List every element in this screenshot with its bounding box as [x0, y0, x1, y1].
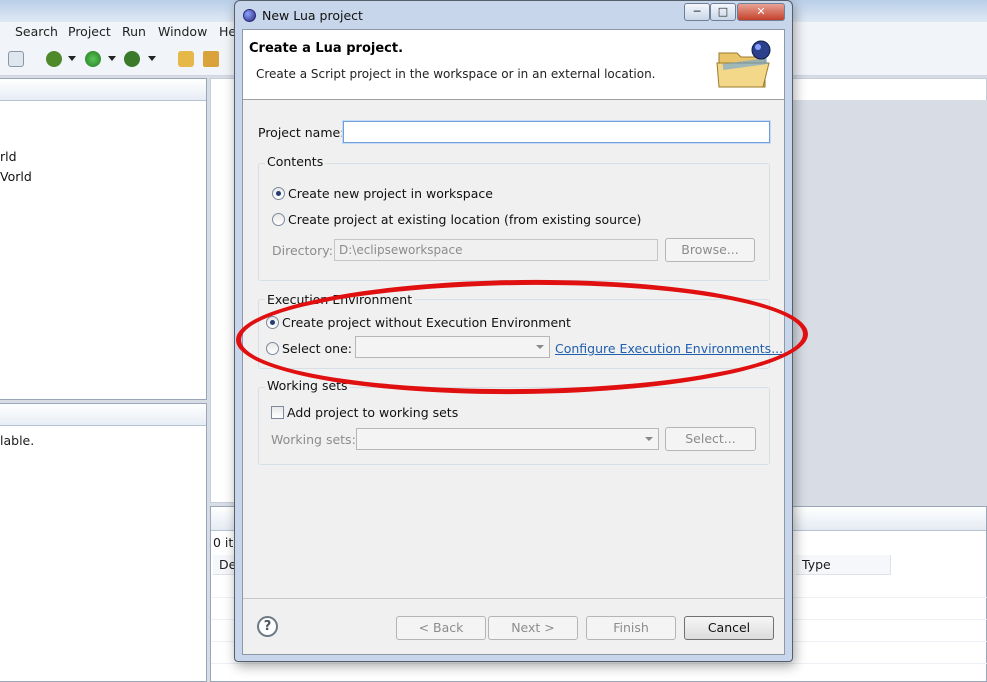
working-sets-label: Working sets:	[271, 432, 356, 447]
menu-window[interactable]: Window	[158, 24, 207, 39]
explorer-tabstrip	[0, 79, 206, 101]
menu-run[interactable]: Run	[122, 24, 146, 39]
run-icon[interactable]	[85, 51, 101, 67]
footer-separator	[243, 598, 784, 599]
minimize-button[interactable]: ─	[684, 3, 710, 21]
outline-status: lable.	[0, 433, 35, 448]
close-button[interactable]: ✕	[737, 3, 785, 21]
dialog-titlebar[interactable]: New Lua project ─ □ ✕	[235, 1, 792, 29]
menu-project[interactable]: Project	[68, 24, 111, 39]
chevron-down-icon	[536, 345, 544, 349]
dialog-title: New Lua project	[262, 8, 363, 23]
radio-select-ee[interactable]	[266, 342, 279, 355]
directory-input: D:\eclipseworkspace	[334, 239, 658, 261]
folder-wizard-icon	[716, 40, 771, 88]
open-folder-icon[interactable]	[178, 51, 194, 67]
project-explorer-pane: rld Vorld	[0, 78, 207, 400]
directory-label: Directory:	[272, 243, 333, 258]
back-button: < Back	[396, 616, 486, 640]
working-sets-title: Working sets	[265, 378, 350, 393]
add-working-sets-checkbox[interactable]	[271, 406, 284, 419]
select-working-sets-button: Select...	[665, 427, 756, 451]
chevron-down-icon[interactable]	[108, 56, 116, 61]
maximize-button[interactable]: □	[710, 3, 736, 21]
dialog-client-area: Create a Lua project. Create a Script pr…	[242, 29, 785, 655]
working-sets-dropdown	[356, 428, 659, 450]
grid-line	[211, 663, 987, 664]
wizard-banner: Create a Lua project. Create a Script pr…	[243, 30, 784, 100]
banner-title: Create a Lua project.	[249, 41, 404, 56]
execution-environment-title: Execution Environment	[265, 292, 415, 307]
add-working-sets-label[interactable]: Add project to working sets	[287, 405, 458, 420]
menu-search[interactable]: Search	[15, 24, 58, 39]
radio-new-project-label[interactable]: Create new project in workspace	[288, 186, 493, 201]
radio-new-project[interactable]	[272, 187, 285, 200]
external-tools-icon[interactable]	[124, 51, 140, 67]
tree-item[interactable]: rld	[0, 149, 17, 164]
binary-icon[interactable]	[8, 51, 24, 67]
editor-area-gap	[790, 100, 987, 503]
radio-select-ee-label[interactable]: Select one:	[282, 341, 352, 356]
radio-without-ee-label[interactable]: Create project without Execution Environ…	[282, 315, 571, 330]
eclipse-logo-icon	[243, 9, 256, 22]
configure-ee-link[interactable]: Configure Execution Environments...	[555, 341, 783, 356]
radio-existing-location[interactable]	[272, 213, 285, 226]
chevron-down-icon	[645, 437, 653, 441]
contents-group-title: Contents	[265, 154, 326, 169]
radio-existing-location-label[interactable]: Create project at existing location (fro…	[288, 212, 641, 227]
browse-button: Browse...	[665, 238, 755, 262]
search-tool-icon[interactable]	[203, 51, 219, 67]
column-header-type[interactable]: Type	[796, 555, 891, 575]
finish-button: Finish	[586, 616, 676, 640]
banner-description: Create a Script project in the workspace…	[256, 67, 656, 81]
outline-pane: lable.	[0, 403, 207, 682]
chevron-down-icon[interactable]	[148, 56, 156, 61]
chevron-down-icon[interactable]	[68, 56, 76, 61]
next-button: Next >	[488, 616, 578, 640]
help-icon[interactable]: ?	[257, 616, 278, 637]
radio-without-ee[interactable]	[266, 316, 279, 329]
tree-item[interactable]: Vorld	[0, 169, 32, 184]
new-lua-project-dialog: New Lua project ─ □ ✕ Create a Lua proje…	[234, 0, 793, 662]
cancel-button[interactable]: Cancel	[684, 616, 774, 640]
project-name-input[interactable]	[343, 121, 770, 143]
working-sets-group	[258, 387, 770, 465]
ee-select-dropdown	[355, 336, 550, 358]
execution-environment-group	[258, 299, 770, 369]
outline-tabstrip	[0, 404, 206, 426]
debug-icon[interactable]	[46, 51, 62, 67]
project-name-label: Project name:	[258, 125, 345, 140]
